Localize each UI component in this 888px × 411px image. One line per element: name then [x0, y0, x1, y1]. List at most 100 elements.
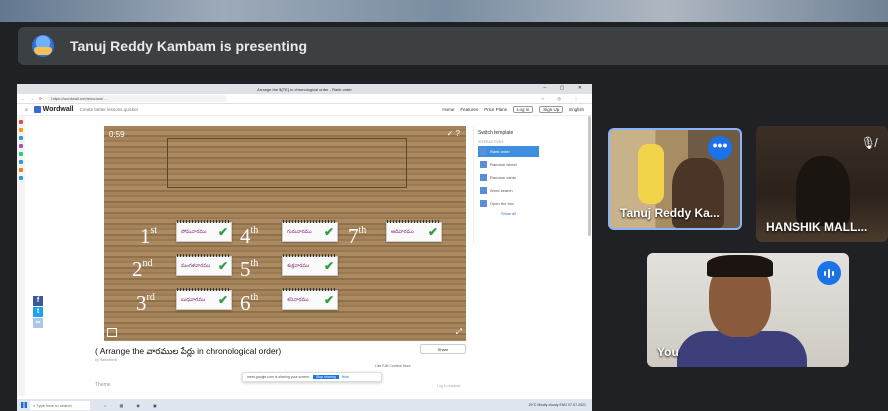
shared-screen: Arrange the ${TE} in chronological order…: [17, 84, 592, 411]
presenting-title: Tanuj Reddy Kambam is presenting: [70, 38, 308, 54]
browser-sidebar: [17, 116, 25, 396]
activity-actions[interactable]: Like Edit Content More: [375, 364, 411, 368]
speaking-indicator-icon: [817, 261, 841, 285]
back-icon[interactable]: ←: [21, 96, 25, 101]
window-controls[interactable]: – ▢ ✕: [544, 85, 588, 91]
participant-tile-tanuj[interactable]: ••• Tanuj Reddy Ka...: [608, 128, 742, 230]
participant-video: [796, 156, 850, 226]
windows-start-icon[interactable]: [21, 402, 27, 408]
sidebar-icon[interactable]: [19, 144, 23, 148]
sidebar-icon[interactable]: [19, 120, 23, 124]
rank-order-icon: [480, 148, 487, 155]
check-icon: ✔: [323, 225, 334, 239]
template-random-cards[interactable]: Random cards: [478, 172, 539, 183]
rank-3-label: 3rd: [136, 291, 155, 315]
participant-tile-hanshik[interactable]: 🎙︎̸ HANSHIK MALL...: [756, 126, 888, 242]
url-field[interactable]: https://wordwall.net/resource/...: [47, 95, 228, 102]
system-tray: 29°C Mostly cloudy ENG 07-07-2021: [528, 403, 586, 407]
activity-menu-icon[interactable]: [107, 328, 117, 337]
taskbar-search[interactable]: ⌕ Type here to search: [30, 400, 90, 410]
participant-video: [707, 255, 773, 277]
day-card-1[interactable]: సోమవారము ✔: [176, 220, 232, 242]
sidebar-icon[interactable]: [19, 128, 23, 132]
interactives-label: INTERACTIVES: [478, 140, 504, 144]
cards-icon: [480, 174, 487, 181]
windows-taskbar: ⌕ Type here to search ○ ▦ ◉ ▣ 29°C Mostl…: [17, 399, 592, 411]
sidebar-icon[interactable]: [19, 176, 23, 180]
rank-2-label: 2nd: [132, 257, 153, 281]
extensions-icons[interactable]: ☆ ◎ ⋮: [541, 96, 584, 101]
rank-7-label: 7th: [348, 224, 367, 248]
show-all-link[interactable]: Show all: [474, 211, 543, 216]
activity-byline[interactable]: by Ramrededi: [95, 358, 117, 362]
browser-title-bar: Arrange the ${TE} in chronological order…: [17, 84, 592, 94]
hide-button[interactable]: Hide: [342, 375, 349, 379]
more-options-icon[interactable]: •••: [708, 136, 732, 160]
twitter-icon[interactable]: t: [33, 307, 43, 317]
template-rank-order[interactable]: Rank order: [478, 146, 539, 157]
day-card-6[interactable]: శనివారము ✔: [282, 288, 338, 310]
word-search-icon: [480, 187, 487, 194]
rank-4-label: 4th: [240, 224, 259, 248]
page-scrollbar[interactable]: [588, 116, 591, 236]
wordwall-tagline: Create better lessons quicker: [79, 107, 139, 112]
share-button[interactable]: Share: [420, 344, 466, 354]
wheel-icon: [480, 161, 487, 168]
video-strip-background: [0, 0, 888, 22]
nav-features[interactable]: Features: [460, 107, 478, 112]
template-open-the-box[interactable]: Open the box: [478, 198, 539, 209]
social-share: f t ∞: [33, 296, 43, 329]
facebook-icon[interactable]: f: [33, 296, 43, 306]
fullscreen-icon[interactable]: ⤢: [456, 327, 462, 337]
sidebar-icon[interactable]: [19, 160, 23, 164]
check-icon: ✔: [217, 259, 228, 273]
switch-template-heading: Switch template: [478, 130, 514, 136]
rank-order-board: 0:59 ✓ ? 1st సోమవారము ✔ 2nd మంగళవారము ✔ 3r…: [104, 126, 466, 341]
browser-tab-title: Arrange the ${TE} in chronological order…: [257, 86, 352, 92]
day-card-2[interactable]: మంగళవారము ✔: [176, 254, 232, 276]
participant-name: Tanuj Reddy Ka...: [620, 206, 720, 220]
login-required-label: Log in required: [437, 384, 461, 388]
template-word-search[interactable]: Word search: [478, 185, 539, 196]
login-button[interactable]: Log in: [512, 106, 534, 113]
switch-template-panel: Switch template INTERACTIVES Rank order …: [473, 126, 543, 244]
screen-sharing-notice: meet.google.com is sharing your screen. …: [242, 372, 382, 382]
sidebar-icon[interactable]: [19, 136, 23, 140]
reload-icon[interactable]: ⟳: [39, 96, 42, 101]
participant-name: You: [657, 345, 679, 359]
language-select[interactable]: English: [569, 107, 584, 112]
activity-title: ( Arrange the వారముల పేర్లు in chronolog…: [95, 346, 282, 356]
presenting-banner: Tanuj Reddy Kambam is presenting: [18, 27, 888, 65]
theme-label: Theme: [95, 382, 111, 388]
stop-sharing-button[interactable]: Stop sharing: [313, 375, 339, 379]
check-icon: ✔: [427, 225, 438, 239]
sidebar-icon[interactable]: [19, 168, 23, 172]
wordwall-logo[interactable]: Wordwall: [33, 106, 74, 113]
template-random-wheel[interactable]: Random wheel: [478, 159, 539, 170]
link-icon[interactable]: ∞: [33, 318, 43, 328]
check-icon: ✔: [217, 293, 228, 307]
nav-home[interactable]: Home: [442, 107, 454, 112]
taskbar-apps[interactable]: ○ ▦ ◉ ▣: [104, 403, 163, 408]
nav-price-plans[interactable]: Price Plans: [484, 107, 507, 112]
presenter-avatar: [32, 35, 54, 57]
day-card-5[interactable]: శుక్రవారము ✔: [282, 254, 338, 276]
rank-6-label: 6th: [240, 291, 259, 315]
menu-icon[interactable]: ≡: [25, 107, 28, 112]
sound-help-icons[interactable]: ✓ ?: [447, 129, 460, 138]
signup-button[interactable]: Sign Up: [539, 106, 564, 113]
day-card-3[interactable]: బుధవారము ✔: [176, 288, 232, 310]
check-icon: ✔: [217, 225, 228, 239]
mic-off-icon: 🎙︎̸: [860, 136, 876, 150]
drop-target-box[interactable]: [167, 138, 407, 188]
participant-video: [638, 144, 664, 204]
rank-5-label: 5th: [240, 257, 259, 281]
wordwall-nav: Home Features Price Plans Log in Sign Up…: [442, 106, 584, 113]
participant-tile-you[interactable]: You: [647, 253, 849, 367]
box-icon: [480, 200, 487, 207]
timer: 0:59: [109, 130, 125, 139]
forward-icon[interactable]: →: [30, 96, 34, 101]
day-card-7[interactable]: ఆదివారము ✔: [386, 220, 442, 242]
sidebar-icon[interactable]: [19, 152, 23, 156]
day-card-4[interactable]: గురువారము ✔: [282, 220, 338, 242]
